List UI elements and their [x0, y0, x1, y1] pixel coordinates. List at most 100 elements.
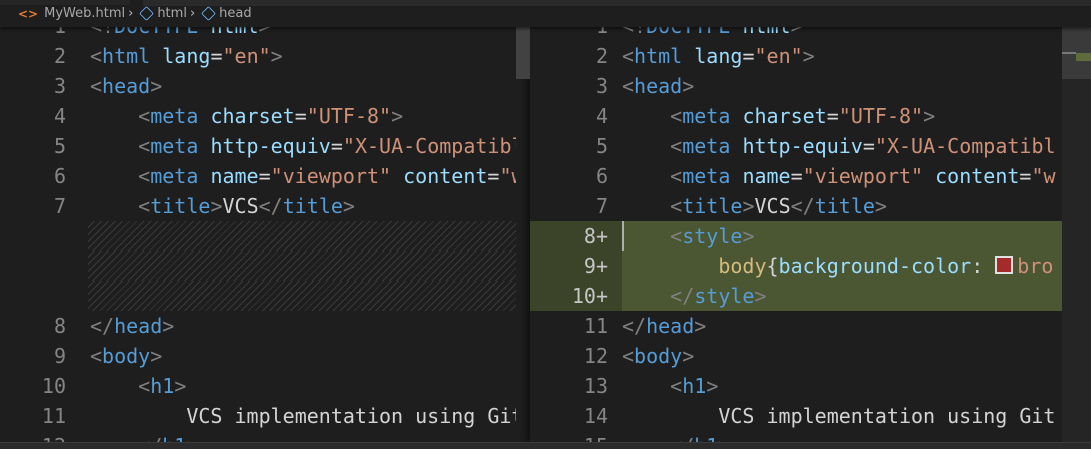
token-p: >: [682, 344, 695, 368]
line-number: 5: [595, 134, 608, 158]
token-tag: title: [814, 194, 875, 218]
tab-strip: [0, 0, 130, 5]
deleted-placeholder[interactable]: [88, 251, 530, 281]
token-tag: meta: [150, 104, 199, 128]
code-line[interactable]: 8 </head>: [0, 311, 530, 341]
code-text: <meta name="viewport" content="w: [90, 161, 523, 191]
code-text: </head>: [90, 311, 174, 341]
code-text: VCS implementation using Git: [90, 401, 523, 431]
line-number: 3: [595, 74, 608, 98]
line-number: 2: [53, 44, 66, 68]
token-p: >: [150, 74, 163, 98]
token-p: <: [622, 44, 635, 68]
code-line[interactable]: 3 <head>: [0, 71, 530, 101]
token-tag: style: [694, 284, 755, 308]
token-tag: head: [102, 74, 151, 98]
token-tag: title: [282, 194, 343, 218]
text-cursor: [622, 221, 624, 251]
token-p: >: [162, 314, 175, 338]
scrollbar-thumb[interactable]: [516, 27, 530, 79]
line-number: 4: [595, 104, 608, 128]
token-p: >: [802, 44, 815, 68]
deleted-placeholder[interactable]: [88, 221, 530, 251]
code-line[interactable]: 10 <h1>: [0, 371, 530, 401]
token-str: "UTF-8": [306, 104, 392, 128]
added-line[interactable]: 8+ <style>: [530, 221, 1062, 251]
token-attr: http-equiv: [210, 134, 331, 158]
token-tag: h1: [150, 374, 175, 398]
token-p: >: [210, 194, 223, 218]
code-text: </head>: [622, 311, 706, 341]
vertical-scrollbar[interactable]: [516, 27, 530, 442]
code-line[interactable]: 2 <html lang="en">: [0, 41, 530, 71]
code-line[interactable]: 7 <title>VCS</title>: [530, 191, 1062, 221]
code-line[interactable]: 9 <body>: [0, 341, 530, 371]
overview-added-marker: [1076, 53, 1091, 61]
token-attr: lang: [694, 44, 743, 68]
line-number: 4: [53, 104, 66, 128]
code-text: <meta charset="UTF-8">: [90, 101, 403, 131]
token-p: >: [742, 194, 755, 218]
added-line[interactable]: 10+ </style>: [530, 281, 1062, 311]
code-line[interactable]: 4 <meta charset="UTF-8">: [530, 101, 1062, 131]
token-tag: head: [114, 314, 163, 338]
code-line[interactable]: 12 </h1>: [0, 431, 530, 442]
line-number: 9+: [583, 254, 608, 278]
line-number: 11: [41, 404, 66, 428]
line-number: 12: [0, 431, 66, 442]
token-p: <: [138, 134, 151, 158]
code-line[interactable]: 13 <h1>: [530, 371, 1062, 401]
token-attr: content: [935, 164, 1020, 188]
code-line[interactable]: 6 <meta name="viewport" content="w: [530, 161, 1062, 191]
token-str: "en": [754, 44, 803, 68]
breadcrumb-html[interactable]: html: [139, 6, 187, 21]
token-tag: html: [634, 44, 683, 68]
diff-overview-ruler[interactable]: [1062, 27, 1091, 442]
code-line[interactable]: 3 <head>: [530, 71, 1062, 101]
modified-editor[interactable]: 1<!DOCTYPE html>2<html lang="en">3<head>…: [530, 0, 1062, 442]
color-swatch-icon[interactable]: [995, 256, 1014, 274]
code-line[interactable]: 4 <meta charset="UTF-8">: [0, 101, 530, 131]
token-tag: meta: [682, 104, 731, 128]
code-line[interactable]: 5 <meta http-equiv="X-UA-Compatibl: [530, 131, 1062, 161]
code-line[interactable]: 15 </h1>: [530, 431, 1062, 442]
code-text: <style>: [622, 221, 754, 251]
token-txt: VCS: [754, 194, 791, 218]
token-txt: =: [862, 134, 875, 158]
code-line[interactable]: 6 <meta name="viewport" content="w: [0, 161, 530, 191]
token-p: </: [138, 434, 162, 442]
token-tag: meta: [682, 164, 731, 188]
added-line[interactable]: 9+ body{background-color: bro: [530, 251, 1062, 281]
token-tag: meta: [150, 164, 199, 188]
token-p: >: [270, 44, 283, 68]
token-p: <: [90, 44, 103, 68]
code-line[interactable]: 11 VCS implementation using Git: [0, 401, 530, 431]
code-line[interactable]: 14 VCS implementation using Git: [530, 401, 1062, 431]
code-line[interactable]: 2 <html lang="en">: [530, 41, 1062, 71]
code-line[interactable]: 11 </head>: [530, 311, 1062, 341]
token-txt: =: [790, 164, 803, 188]
deleted-placeholder[interactable]: [88, 281, 530, 311]
token-attr: charset: [210, 104, 295, 128]
token-p: >: [694, 314, 707, 338]
token-p: >: [923, 104, 936, 128]
original-editor[interactable]: 1<!DOCTYPE html>2<html lang="en">3<head>…: [0, 0, 530, 442]
breadcrumb-file[interactable]: MyWeb.html: [44, 6, 125, 21]
token-txt: :: [971, 254, 996, 278]
token-str: "en": [222, 44, 271, 68]
code-line[interactable]: 5 <meta http-equiv="X-UA-Compatibl: [0, 131, 530, 161]
code-line[interactable]: 12 <body>: [530, 341, 1062, 371]
breadcrumb-head[interactable]: head: [201, 6, 252, 21]
token-prop: background-color: [778, 254, 972, 278]
code-line[interactable]: 7 <title>VCS</title>: [0, 191, 530, 221]
